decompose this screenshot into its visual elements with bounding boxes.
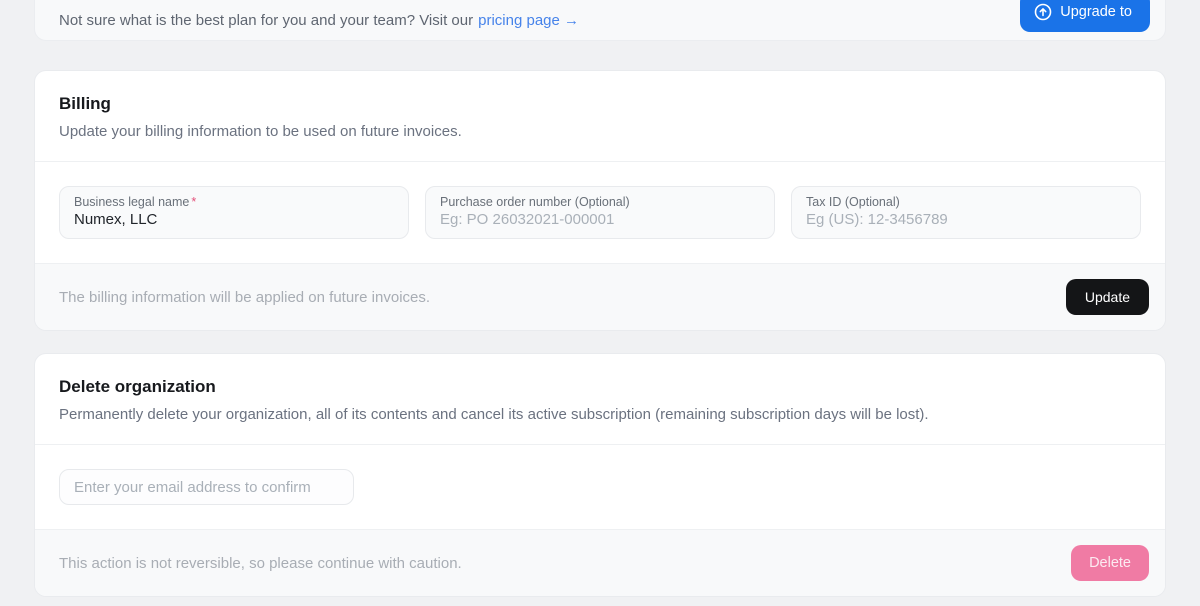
- plan-banner: Not sure what is the best plan for you a…: [34, 0, 1166, 41]
- delete-description: Permanently delete your organization, al…: [59, 406, 1141, 423]
- purchase-order-label: Purchase order number (Optional): [440, 195, 760, 209]
- delete-footer: This action is not reversible, so please…: [35, 529, 1165, 596]
- business-legal-name-input[interactable]: [74, 211, 394, 228]
- billing-fields-row: Business legal name* Purchase order numb…: [59, 186, 1141, 239]
- billing-description: Update your billing information to be us…: [59, 123, 1141, 140]
- upgrade-button[interactable]: Upgrade to: [1020, 0, 1150, 32]
- plan-banner-text: Not sure what is the best plan for you a…: [59, 12, 473, 29]
- purchase-order-input[interactable]: [440, 211, 760, 228]
- update-button[interactable]: Update: [1066, 279, 1149, 315]
- delete-footer-note: This action is not reversible, so please…: [59, 555, 462, 572]
- tax-id-field[interactable]: Tax ID (Optional): [791, 186, 1141, 239]
- delete-body: [35, 445, 1165, 529]
- pricing-page-link[interactable]: pricing page →: [478, 12, 579, 29]
- billing-card: Billing Update your billing information …: [34, 70, 1166, 331]
- tax-id-label: Tax ID (Optional): [806, 195, 1126, 209]
- delete-header: Delete organization Permanently delete y…: [35, 354, 1165, 445]
- billing-footer-note: The billing information will be applied …: [59, 289, 430, 306]
- billing-body: Business legal name* Purchase order numb…: [35, 162, 1165, 263]
- required-asterisk: *: [191, 195, 196, 209]
- arrow-up-circle-icon: [1034, 3, 1052, 21]
- delete-organization-card: Delete organization Permanently delete y…: [34, 353, 1166, 597]
- billing-footer: The billing information will be applied …: [35, 263, 1165, 330]
- billing-title: Billing: [59, 94, 1141, 114]
- business-legal-name-field[interactable]: Business legal name*: [59, 186, 409, 239]
- confirm-email-input[interactable]: [59, 469, 354, 505]
- tax-id-input[interactable]: [806, 211, 1126, 228]
- business-legal-name-label: Business legal name*: [74, 195, 394, 209]
- billing-header: Billing Update your billing information …: [35, 71, 1165, 162]
- settings-page: Not sure what is the best plan for you a…: [0, 0, 1200, 597]
- delete-title: Delete organization: [59, 377, 1141, 397]
- purchase-order-field[interactable]: Purchase order number (Optional): [425, 186, 775, 239]
- delete-button[interactable]: Delete: [1071, 545, 1149, 581]
- upgrade-button-label: Upgrade to: [1060, 4, 1132, 20]
